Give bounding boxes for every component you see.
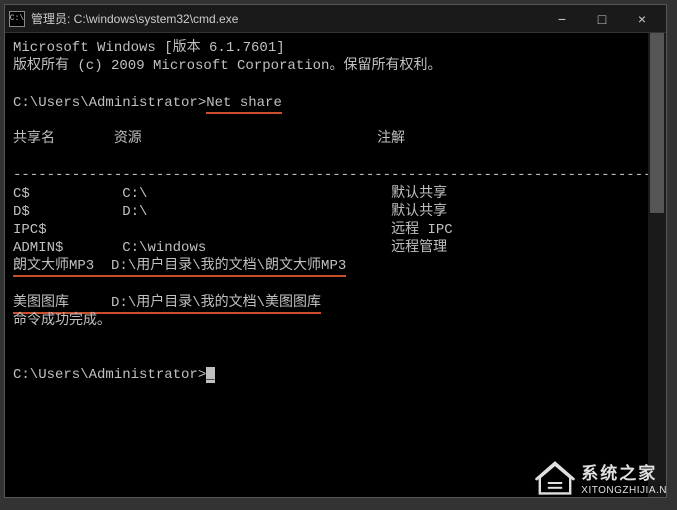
header-line-1: Microsoft Windows [版本 6.1.7601] [13,40,285,56]
terminal-output[interactable]: Microsoft Windows [版本 6.1.7601] 版权所有 (c)… [5,33,648,497]
separator: ----------------------------------------… [13,167,648,183]
share-row: 朗文大师MP3 D:\用户目录\我的文档\朗文大师MP3 [13,258,346,277]
cmd-icon: C:\ [9,11,25,27]
share-row: D$ D:\ 默认共享 [13,204,447,220]
share-row: ADMIN$ C:\windows 远程管理 [13,240,447,256]
col-remark: 注解 [377,131,405,147]
col-name: 共享名 [13,131,55,147]
scrollbar[interactable] [648,33,666,497]
col-resource: 资源 [114,131,142,147]
maximize-button[interactable]: □ [582,7,622,31]
share-row: C$ C:\ 默认共享 [13,186,447,202]
share-row: IPC$ 远程 IPC [13,222,453,238]
cursor: _ [206,367,214,383]
scrollbar-thumb[interactable] [650,33,664,213]
close-button[interactable]: × [622,7,662,31]
success-message: 命令成功完成。 [13,313,111,329]
terminal-area: Microsoft Windows [版本 6.1.7601] 版权所有 (c)… [5,33,666,497]
command-net-share: Net share [206,95,282,114]
cmd-window: C:\ 管理员: C:\windows\system32\cmd.exe − □… [4,4,667,498]
prompt-1: C:\Users\Administrator> [13,95,206,111]
prompt-2: C:\Users\Administrator> [13,367,206,383]
share-row: 美图图库 D:\用户目录\我的文档\美图图库 [13,295,321,314]
window-controls: − □ × [542,7,662,31]
window-title: 管理员: C:\windows\system32\cmd.exe [31,10,542,27]
header-line-2: 版权所有 (c) 2009 Microsoft Corporation。保留所有… [13,58,441,74]
titlebar[interactable]: C:\ 管理员: C:\windows\system32\cmd.exe − □… [5,5,666,33]
minimize-button[interactable]: − [542,7,582,31]
